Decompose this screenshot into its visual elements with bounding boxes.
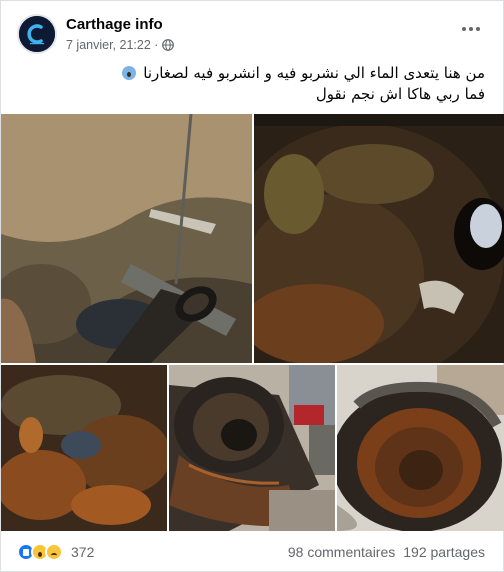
globe-icon	[162, 39, 175, 51]
cut-pipe-end-photo[interactable]	[169, 365, 335, 531]
post-footer: 372 98 commentaires 192 partages	[1, 532, 504, 572]
pipe-interior-closeup-photo[interactable]	[254, 114, 504, 363]
page-avatar[interactable]	[17, 14, 57, 54]
carthage-info-logo	[19, 16, 55, 52]
post-text-line-1: من هنا يتعدى الماء الي نشربو فيه و انشرب…	[15, 63, 485, 84]
post-header: Carthage info 7 janvier, 21:22 ·	[1, 1, 504, 61]
post-meta: 7 janvier, 21:22 ·	[66, 38, 175, 52]
post-stats: 98 commentaires 192 partages	[288, 544, 485, 560]
shares-count-link[interactable]: 192 partages	[403, 544, 485, 560]
reaction-count: 372	[71, 544, 95, 560]
scream-emoji-icon	[122, 66, 137, 80]
reactions-summary[interactable]: 372	[17, 543, 94, 561]
facebook-post-card: Carthage info 7 janvier, 21:22 · من هنا …	[0, 0, 504, 572]
comments-count-link[interactable]: 98 commentaires	[288, 544, 395, 560]
page-name-link[interactable]: Carthage info	[66, 16, 163, 33]
rusted-pipe-wall-photo[interactable]	[1, 365, 167, 531]
excavation-pipe-photo[interactable]	[1, 114, 252, 363]
sad-icon	[45, 543, 63, 561]
more-dots-icon[interactable]	[459, 21, 483, 37]
post-text-line-2: فما ربي هاكا اش نجم نقول	[315, 85, 485, 103]
corroded-pipe-mouth-photo[interactable]	[337, 365, 504, 531]
post-timestamp[interactable]: 7 janvier, 21:22 ·	[66, 38, 158, 52]
post-text: من هنا يتعدى الماء الي نشربو فيه و انشرب…	[15, 63, 485, 105]
